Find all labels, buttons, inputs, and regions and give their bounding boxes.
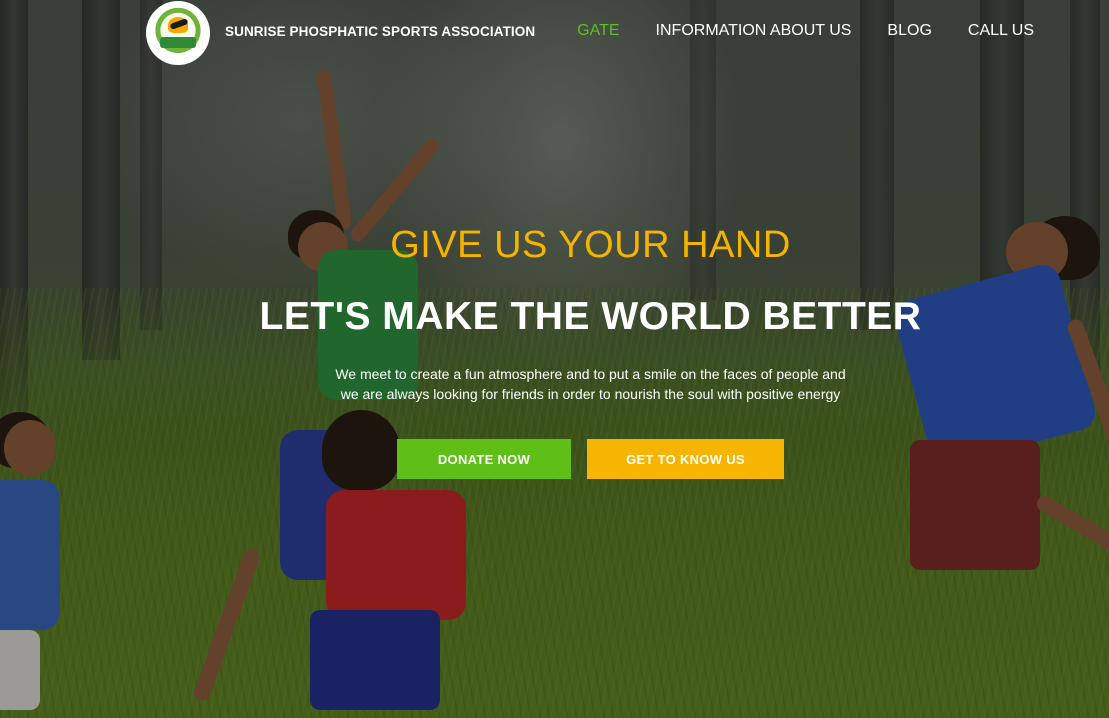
nav-item-gate[interactable]: GATE [577, 22, 619, 40]
hero-description-line: We meet to create a fun atmosphere and t… [335, 366, 846, 382]
hero-headline: LET'S MAKE THE WORLD BETTER [259, 295, 922, 338]
site-header: SUNRISE PHOSPHATIC SPORTS ASSOCIATION GA… [0, 0, 1109, 66]
hero-description-line: we are always looking for friends in ord… [340, 386, 841, 402]
dark-overlay [0, 0, 1109, 718]
site-title[interactable]: SUNRISE PHOSPHATIC SPORTS ASSOCIATION [225, 24, 535, 39]
nav-item-blog[interactable]: BLOG [887, 22, 931, 40]
donate-now-button[interactable]: DONATE NOW [397, 439, 571, 479]
get-to-know-us-button[interactable]: GET TO KNOW US [587, 439, 784, 479]
main-nav: GATE INFORMATION ABOUT US BLOG CALL US [577, 22, 1034, 40]
site-logo[interactable] [146, 1, 210, 65]
association-logo-icon [152, 7, 204, 59]
hero-description: We meet to create a fun atmosphere and t… [0, 364, 1109, 404]
hero-kicker: GIVE US YOUR HAND [390, 224, 791, 266]
nav-item-information-about-us[interactable]: INFORMATION ABOUT US [656, 22, 852, 40]
hero-section: SUNRISE PHOSPHATIC SPORTS ASSOCIATION GA… [0, 0, 1109, 718]
nav-item-call-us[interactable]: CALL US [968, 22, 1034, 40]
